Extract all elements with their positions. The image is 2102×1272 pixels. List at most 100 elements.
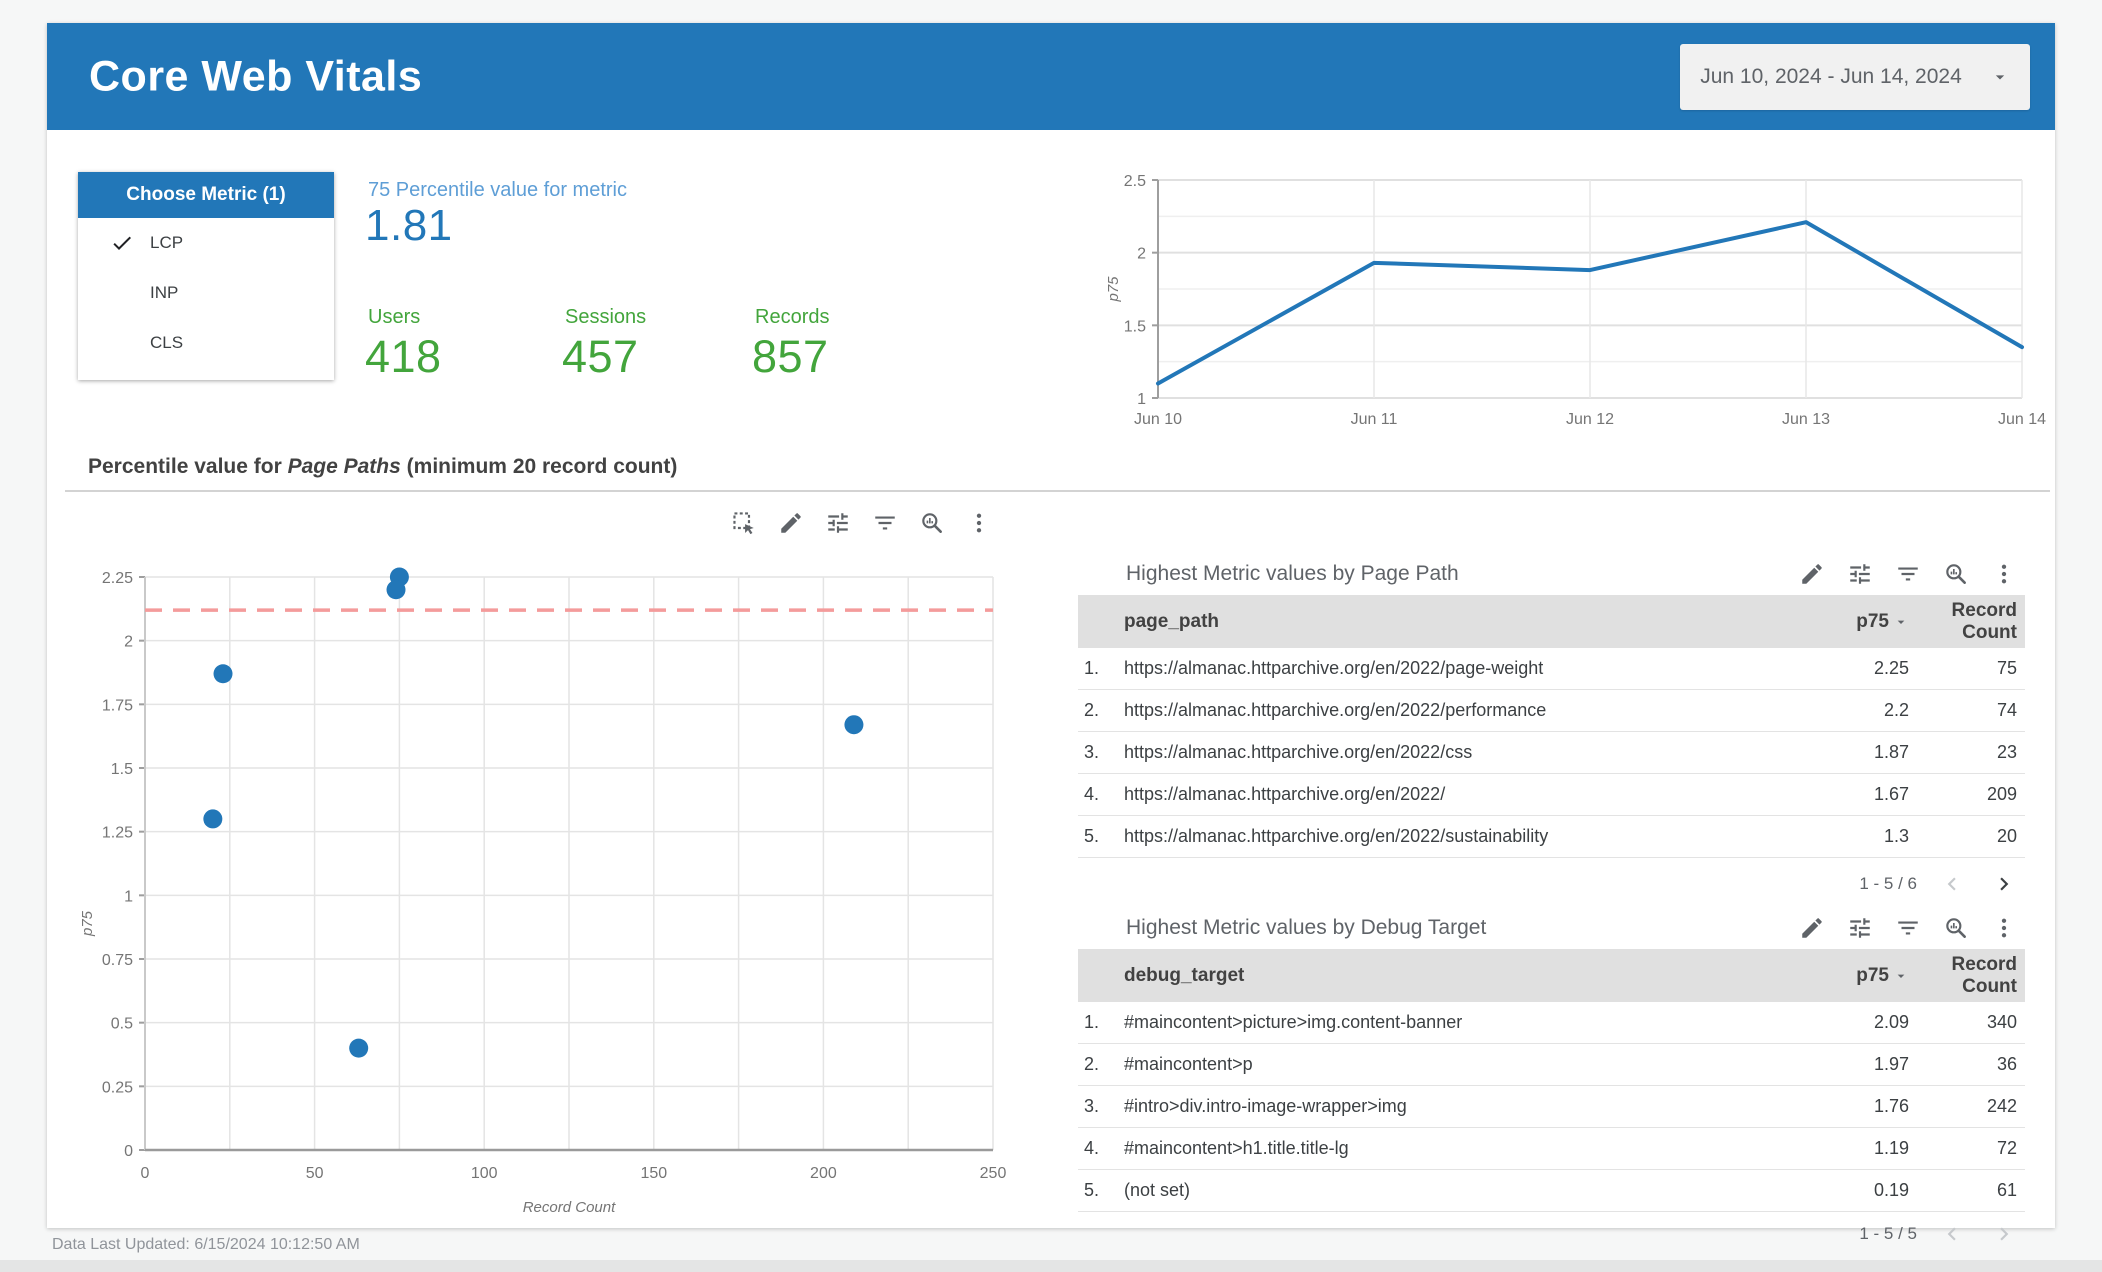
tune-icon[interactable] (825, 510, 851, 536)
more-options-icon[interactable] (1991, 561, 2017, 587)
select-region-icon[interactable] (731, 510, 757, 536)
table-row[interactable]: 1. #maincontent>picture>img.content-banne… (1078, 1002, 2025, 1044)
row-record-count: 20 (1996, 826, 2017, 847)
more-options-icon[interactable] (966, 510, 992, 536)
table-row[interactable]: 5. https://almanac.httparchive.org/en/202… (1078, 816, 2025, 858)
percentile-scorecard-value: 1.81 (365, 201, 453, 250)
svg-text:0.5: 0.5 (111, 1016, 133, 1033)
section-title-italic: Page Paths (287, 455, 401, 478)
row-record-count: 61 (1996, 1180, 2017, 1201)
row-p75: 1.76 (1873, 1096, 1909, 1116)
chart-zoom-icon[interactable] (1943, 915, 1969, 941)
row-p75: 0.19 (1873, 1180, 1909, 1200)
tune-icon[interactable] (1847, 561, 1873, 587)
row-key: https://almanac.httparchive.org/en/2022/… (1124, 742, 1473, 762)
date-range-value: Jun 10, 2024 - Jun 14, 2024 (1700, 65, 1962, 88)
svg-text:Record Count: Record Count (523, 1199, 616, 1216)
svg-text:50: 50 (306, 1165, 324, 1182)
row-p75: 1.97 (1873, 1054, 1909, 1074)
row-key: #intro>div.intro-image-wrapper>img (1124, 1096, 1407, 1116)
svg-text:Jun 12: Jun 12 (1566, 411, 1614, 428)
pagination-next-icon[interactable] (1991, 871, 2017, 897)
table-row[interactable]: 5. (not set) 0.19 61 (1078, 1170, 2025, 1212)
chart-zoom-icon[interactable] (1943, 561, 1969, 587)
row-index: 4. (1084, 784, 1100, 804)
svg-text:1: 1 (1137, 391, 1146, 408)
row-key: https://almanac.httparchive.org/en/2022/… (1124, 826, 1549, 846)
svg-text:Jun 11: Jun 11 (1351, 411, 1398, 428)
table-pagination: 1 - 5 / 5 (1078, 1212, 2025, 1256)
column-header-record-count[interactable]: Record Count (1909, 600, 2025, 644)
svg-text:Jun 13: Jun 13 (1782, 411, 1830, 428)
pagination-label: 1 - 5 / 5 (1859, 1224, 1917, 1243)
table-column-headers: debug_target p75 Record Count (1078, 949, 2025, 1002)
svg-text:Jun 14: Jun 14 (1998, 411, 2046, 428)
row-key: https://almanac.httparchive.org/en/2022/… (1124, 700, 1547, 720)
filter-icon[interactable] (1895, 915, 1921, 941)
date-range-selector[interactable]: Jun 10, 2024 - Jun 14, 2024 (1680, 44, 2030, 110)
row-key: #maincontent>picture>img.content-banner (1124, 1012, 1463, 1032)
row-key: https://almanac.httparchive.org/en/2022/ (1124, 784, 1446, 804)
metric-option-label: INP (150, 283, 179, 302)
row-record-count: 75 (1996, 658, 2017, 679)
table-row[interactable]: 3. #intro>div.intro-image-wrapper>img 1.76… (1078, 1086, 2025, 1128)
row-record-count: 209 (1986, 784, 2017, 805)
sort-caret-icon (1893, 968, 1909, 984)
edit-icon[interactable] (778, 510, 804, 536)
pagination-prev-icon[interactable] (1939, 1221, 1965, 1247)
row-record-count: 74 (1996, 700, 2017, 721)
metric-selector-header[interactable]: Choose Metric (1) (78, 172, 334, 218)
check-icon (110, 231, 134, 255)
metric-option-cls[interactable]: CLS (78, 318, 334, 368)
page-title: Core Web Vitals (89, 52, 423, 100)
column-header-p75[interactable]: p75 (1789, 611, 1909, 633)
svg-text:2.25: 2.25 (102, 570, 133, 587)
row-p75: 1.87 (1873, 742, 1909, 762)
svg-text:0.75: 0.75 (102, 952, 133, 969)
svg-text:1.75: 1.75 (102, 697, 133, 714)
section-divider (65, 490, 2050, 492)
filter-icon[interactable] (872, 510, 898, 536)
table-row[interactable]: 3. https://almanac.httparchive.org/en/202… (1078, 732, 2025, 774)
table-row[interactable]: 4. https://almanac.httparchive.org/en/202… (1078, 774, 2025, 816)
filter-icon[interactable] (1895, 561, 1921, 587)
table-row[interactable]: 2. #maincontent>p 1.97 36 (1078, 1044, 2025, 1086)
svg-text:0: 0 (141, 1165, 150, 1182)
pagination-prev-icon[interactable] (1939, 871, 1965, 897)
table-row[interactable]: 4. #maincontent>h1.title.title-lg 1.19 72 (1078, 1128, 2025, 1170)
caret-down-icon (1990, 67, 2010, 87)
svg-text:1.5: 1.5 (1124, 318, 1146, 335)
svg-text:2.5: 2.5 (1124, 173, 1146, 190)
page-path-table-card: Highest Metric values by Page Path page_… (1078, 553, 2025, 910)
row-record-count: 340 (1986, 1012, 2017, 1033)
metric-option-inp[interactable]: INP (78, 268, 334, 318)
table-body: 1. #maincontent>picture>img.content-banne… (1078, 1002, 2025, 1212)
svg-text:1: 1 (124, 888, 133, 905)
metric-option-list: LCP INP CLS (78, 218, 334, 368)
column-header-key[interactable]: debug_target (1124, 965, 1789, 987)
column-header-p75[interactable]: p75 (1789, 965, 1909, 987)
edit-icon[interactable] (1799, 915, 1825, 941)
row-index: 3. (1084, 742, 1100, 762)
table-row[interactable]: 1. https://almanac.httparchive.org/en/202… (1078, 648, 2025, 690)
column-header-key[interactable]: page_path (1124, 611, 1789, 633)
metric-option-label: LCP (150, 233, 184, 252)
column-header-record-count[interactable]: Record Count (1909, 954, 2025, 998)
sessions-scorecard-label: Sessions (565, 306, 647, 328)
table-toolbar (1799, 915, 2025, 941)
table-row[interactable]: 2. https://almanac.httparchive.org/en/202… (1078, 690, 2025, 732)
row-p75: 1.3 (1883, 826, 1909, 846)
metric-option-lcp[interactable]: LCP (78, 218, 334, 268)
row-p75: 2.09 (1873, 1012, 1909, 1032)
row-record-count: 23 (1996, 742, 2017, 763)
svg-text:p75: p75 (79, 910, 96, 937)
tune-icon[interactable] (1847, 915, 1873, 941)
pagination-next-icon[interactable] (1991, 1221, 2017, 1247)
edit-icon[interactable] (1799, 561, 1825, 587)
row-p75: 1.19 (1873, 1138, 1909, 1158)
more-options-icon[interactable] (1991, 915, 2017, 941)
row-p75: 1.67 (1873, 784, 1909, 804)
svg-text:2: 2 (1137, 246, 1146, 263)
chart-zoom-icon[interactable] (919, 510, 945, 536)
table-column-headers: page_path p75 Record Count (1078, 595, 2025, 648)
